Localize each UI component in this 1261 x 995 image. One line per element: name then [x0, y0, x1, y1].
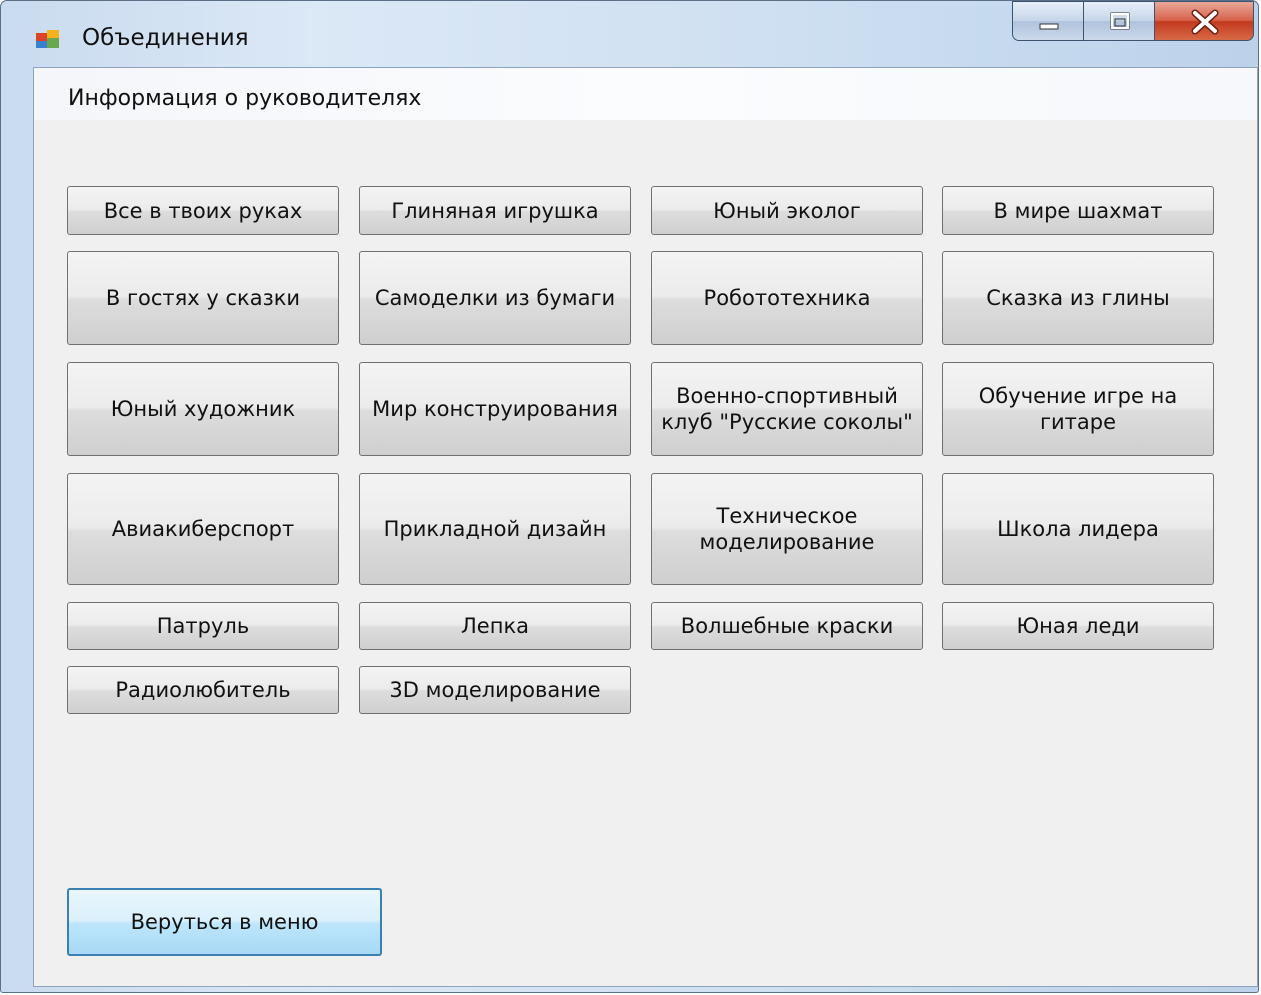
club-button-19[interactable]: Волшебные краски: [651, 602, 923, 650]
club-button-9[interactable]: Юный художник: [67, 362, 339, 456]
club-button-15[interactable]: Техническое моделирование: [651, 473, 923, 585]
club-button-4[interactable]: В мире шахмат: [942, 186, 1214, 235]
club-button-10[interactable]: Мир конструирования: [359, 362, 631, 456]
window-title: Объединения: [82, 25, 249, 51]
close-icon: [1191, 9, 1219, 35]
club-button-21[interactable]: Радиолюбитель: [67, 666, 339, 714]
club-button-5[interactable]: В гостях у сказки: [67, 251, 339, 345]
app-window: Объединения Информация о руководителях В…: [0, 0, 1259, 993]
club-button-16[interactable]: Школа лидера: [942, 473, 1214, 585]
maximize-button[interactable]: [1083, 1, 1155, 41]
club-button-20[interactable]: Юная леди: [942, 602, 1214, 650]
title-bar[interactable]: Объединения: [1, 1, 1258, 67]
form-client-area: Информация о руководителях Все в твоих р…: [33, 67, 1258, 987]
club-button-12[interactable]: Обучение игре на гитаре: [942, 362, 1214, 456]
close-button[interactable]: [1154, 1, 1254, 41]
back-to-menu-button[interactable]: Веруться в меню: [67, 888, 382, 956]
club-button-17[interactable]: Патруль: [67, 602, 339, 650]
window-controls: [1012, 1, 1256, 45]
menu-item-leaders-info[interactable]: Информация о руководителях: [68, 86, 421, 111]
form-app-icon: [36, 30, 59, 48]
minimize-button[interactable]: [1012, 1, 1084, 41]
minimize-icon: [1039, 23, 1059, 30]
maximize-icon: [1110, 12, 1130, 30]
club-button-14[interactable]: Прикладной дизайн: [359, 473, 631, 585]
menu-bar: Информация о руководителях: [34, 68, 1257, 120]
club-button-22[interactable]: 3D моделирование: [359, 666, 631, 714]
club-button-8[interactable]: Сказка из глины: [942, 251, 1214, 345]
club-button-2[interactable]: Глиняная игрушка: [359, 186, 631, 235]
club-button-3[interactable]: Юный эколог: [651, 186, 923, 235]
club-button-1[interactable]: Все в твоих руках: [67, 186, 339, 235]
club-button-6[interactable]: Самоделки из бумаги: [359, 251, 631, 345]
club-button-13[interactable]: Авиакиберспорт: [67, 473, 339, 585]
club-button-7[interactable]: Робототехника: [651, 251, 923, 345]
club-button-18[interactable]: Лепка: [359, 602, 631, 650]
club-button-11[interactable]: Военно-спортивный клуб "Русские соколы": [651, 362, 923, 456]
